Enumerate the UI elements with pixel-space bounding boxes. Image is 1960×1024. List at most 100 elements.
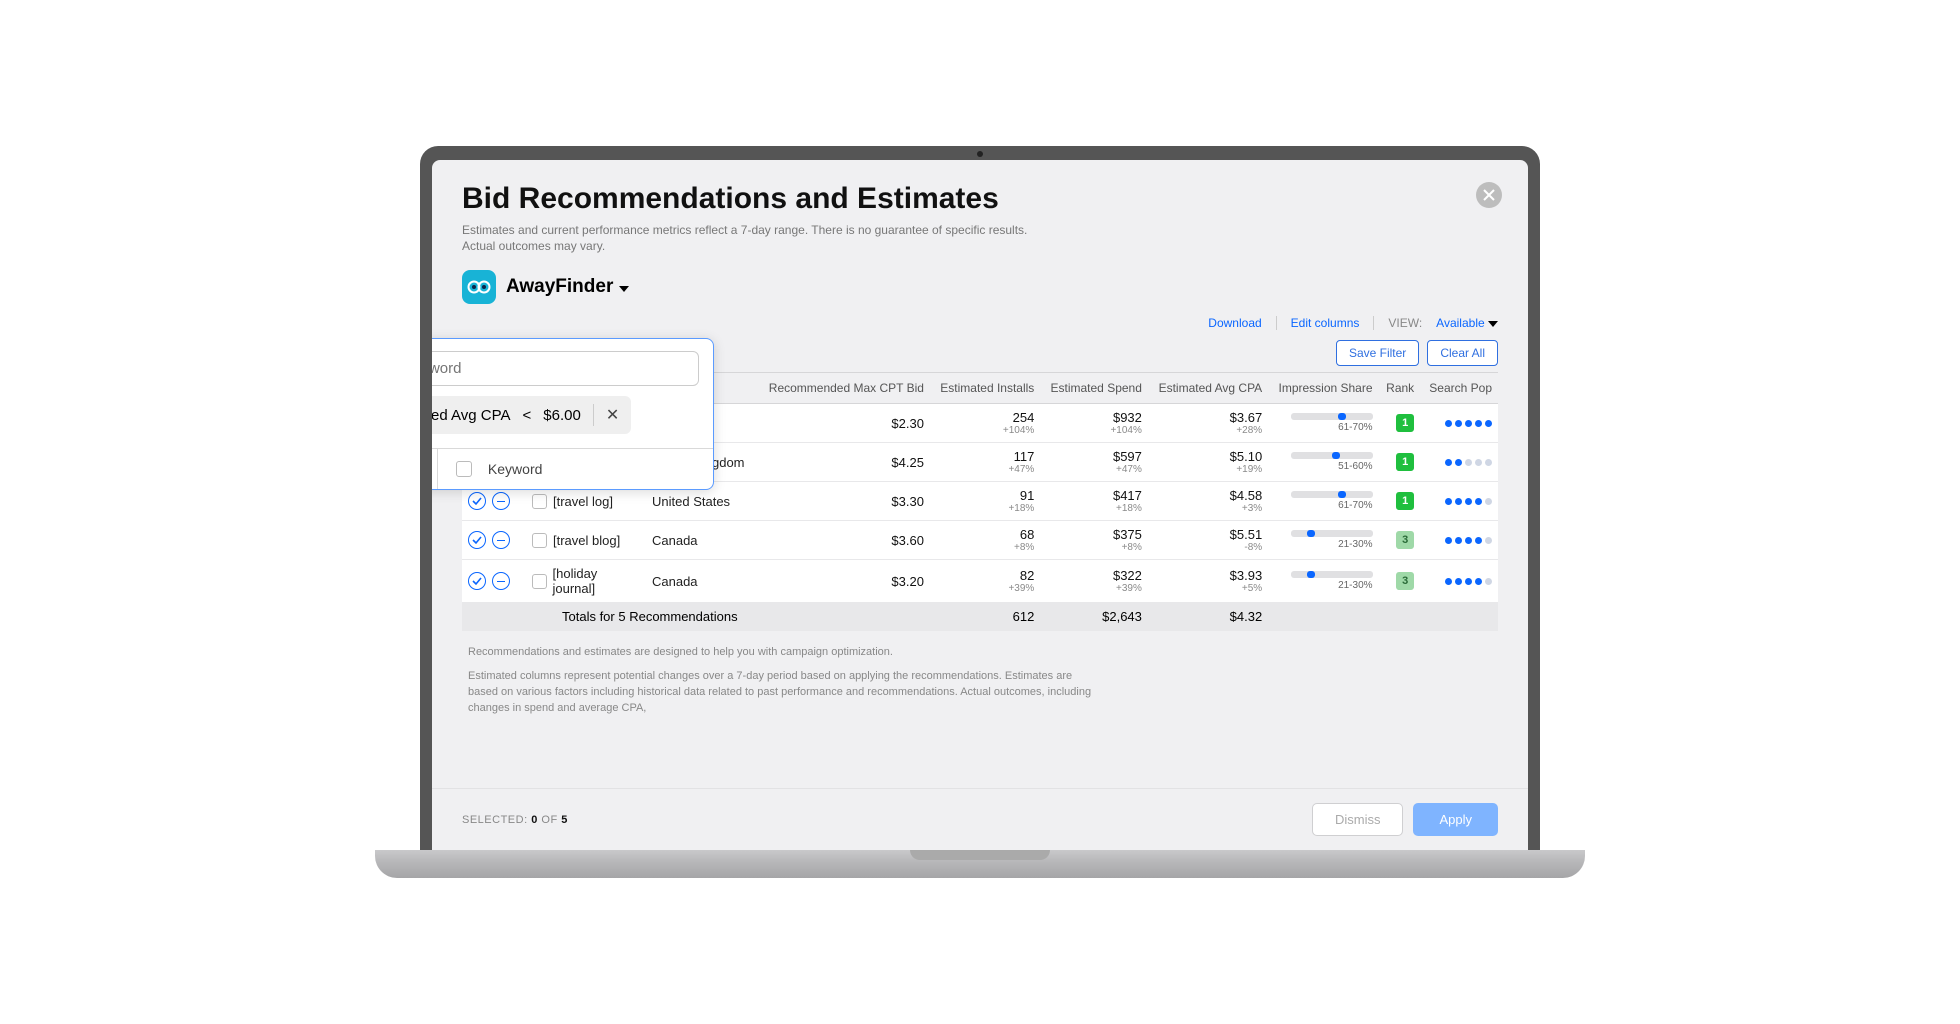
reject-icon[interactable] (492, 572, 510, 590)
impression-range: 21-30% (1338, 539, 1372, 550)
cpa-cell: $5.10 (1154, 449, 1262, 464)
col-imp-share[interactable]: Impression Share (1268, 373, 1378, 404)
totals-row: Totals for 5 Recommendations 612 $2,643 … (462, 603, 1498, 631)
cpa-delta: +5% (1154, 583, 1262, 594)
popularity-dot (1465, 420, 1472, 427)
col-est-cpa[interactable]: Estimated Avg CPA (1148, 373, 1268, 404)
popularity-dot (1455, 537, 1462, 544)
popularity-dots (1426, 578, 1492, 585)
popularity-dot (1445, 537, 1452, 544)
popularity-dot (1475, 578, 1482, 585)
impression-range: 61-70% (1338, 422, 1372, 433)
spend-delta: +18% (1046, 503, 1142, 514)
app-selector[interactable]: AwayFinder (462, 270, 1498, 304)
filter-popover: Estimated Avg CPA < $6.00 ✕ Actions Keyw… (432, 338, 714, 490)
cpa-cell: $3.67 (1154, 410, 1262, 425)
chip-remove-icon[interactable]: ✕ (606, 405, 619, 425)
save-filter-button[interactable]: Save Filter (1336, 340, 1419, 366)
keyword-search-input[interactable] (432, 351, 699, 386)
impression-bar (1291, 413, 1373, 420)
region-cell: Canada (652, 574, 698, 589)
popularity-dot (1465, 578, 1472, 585)
totals-label: Totals for 5 Recommendations (462, 603, 756, 631)
keyword-cell: [travel blog] (553, 533, 620, 548)
installs-delta: +47% (936, 464, 1034, 475)
popularity-dot (1485, 420, 1492, 427)
col-rec-bid[interactable]: Recommended Max CPT Bid (756, 373, 930, 404)
popularity-dots (1426, 459, 1492, 466)
cpa-cell: $3.93 (1154, 568, 1262, 583)
installs-cell: 82 (936, 568, 1034, 583)
clear-all-button[interactable]: Clear All (1427, 340, 1498, 366)
installs-cell: 117 (936, 449, 1034, 464)
popularity-dot (1475, 498, 1482, 505)
popularity-dots (1426, 498, 1492, 505)
totals-cpa: $4.32 (1148, 603, 1268, 631)
filter-chip[interactable]: Estimated Avg CPA < $6.00 ✕ (432, 396, 631, 434)
installs-delta: +104% (936, 425, 1034, 436)
apply-button[interactable]: Apply (1413, 803, 1498, 836)
spend-cell: $375 (1046, 527, 1142, 542)
bid-cell: $4.25 (762, 455, 924, 470)
accept-icon[interactable] (468, 492, 486, 510)
close-button[interactable] (1476, 182, 1502, 208)
popularity-dot (1465, 459, 1472, 466)
popularity-dot (1485, 498, 1492, 505)
footnotes: Recommendations and estimates are design… (462, 631, 1102, 731)
impression-bar (1291, 452, 1373, 459)
popularity-dots (1426, 537, 1492, 544)
reject-icon[interactable] (492, 492, 510, 510)
app-name-label: AwayFinder (506, 276, 613, 298)
installs-cell: 68 (936, 527, 1034, 542)
chip-operator: < (523, 407, 532, 424)
popularity-dot (1475, 537, 1482, 544)
view-selector[interactable]: Available (1436, 316, 1498, 330)
toolbar-divider (1276, 316, 1277, 330)
keyword-cell: [travel log] (553, 494, 613, 509)
col-est-installs[interactable]: Estimated Installs (930, 373, 1040, 404)
screen-bezel: Bid Recommendations and Estimates Estima… (420, 146, 1540, 850)
row-checkbox[interactable] (532, 574, 547, 589)
installs-delta: +39% (936, 583, 1034, 594)
dismiss-button[interactable]: Dismiss (1312, 803, 1404, 836)
rank-badge: 3 (1396, 572, 1414, 590)
col-rank[interactable]: Rank (1379, 373, 1421, 404)
keyword-cell: [holiday journal] (553, 566, 641, 596)
laptop-base (375, 850, 1585, 878)
impression-range: 51-60% (1338, 461, 1372, 472)
region-cell: Canada (652, 533, 698, 548)
popularity-dots (1426, 420, 1492, 427)
table-row: [travel blog] Canada $3.60 68+8% $375+8%… (462, 521, 1498, 560)
popularity-dot (1455, 420, 1462, 427)
accept-icon[interactable] (468, 572, 486, 590)
keyword-search-field[interactable] (432, 360, 688, 377)
row-checkbox[interactable] (532, 533, 547, 548)
popularity-dot (1485, 459, 1492, 466)
popularity-dot (1455, 578, 1462, 585)
spend-delta: +47% (1046, 464, 1142, 475)
popularity-dot (1485, 578, 1492, 585)
region-cell: United States (652, 494, 730, 509)
toolbar-divider (1373, 316, 1374, 330)
cpa-delta: +19% (1154, 464, 1262, 475)
reject-icon[interactable] (492, 531, 510, 549)
header-checkbox[interactable] (456, 461, 472, 477)
trackpad-notch (910, 850, 1050, 860)
rank-badge: 1 (1396, 453, 1414, 471)
rank-badge: 1 (1396, 414, 1414, 432)
popularity-dot (1465, 498, 1472, 505)
accept-icon[interactable] (468, 531, 486, 549)
col-est-spend[interactable]: Estimated Spend (1040, 373, 1148, 404)
col-search-pop[interactable]: Search Pop (1420, 373, 1498, 404)
spend-delta: +8% (1046, 542, 1142, 553)
row-checkbox[interactable] (532, 494, 547, 509)
popularity-dot (1455, 459, 1462, 466)
totals-spend: $2,643 (1040, 603, 1148, 631)
popularity-dot (1475, 420, 1482, 427)
installs-cell: 91 (936, 488, 1034, 503)
chevron-down-icon (619, 276, 629, 298)
popularity-dot (1445, 459, 1452, 466)
edit-columns-link[interactable]: Edit columns (1291, 316, 1360, 330)
spend-cell: $932 (1046, 410, 1142, 425)
download-link[interactable]: Download (1208, 316, 1261, 330)
